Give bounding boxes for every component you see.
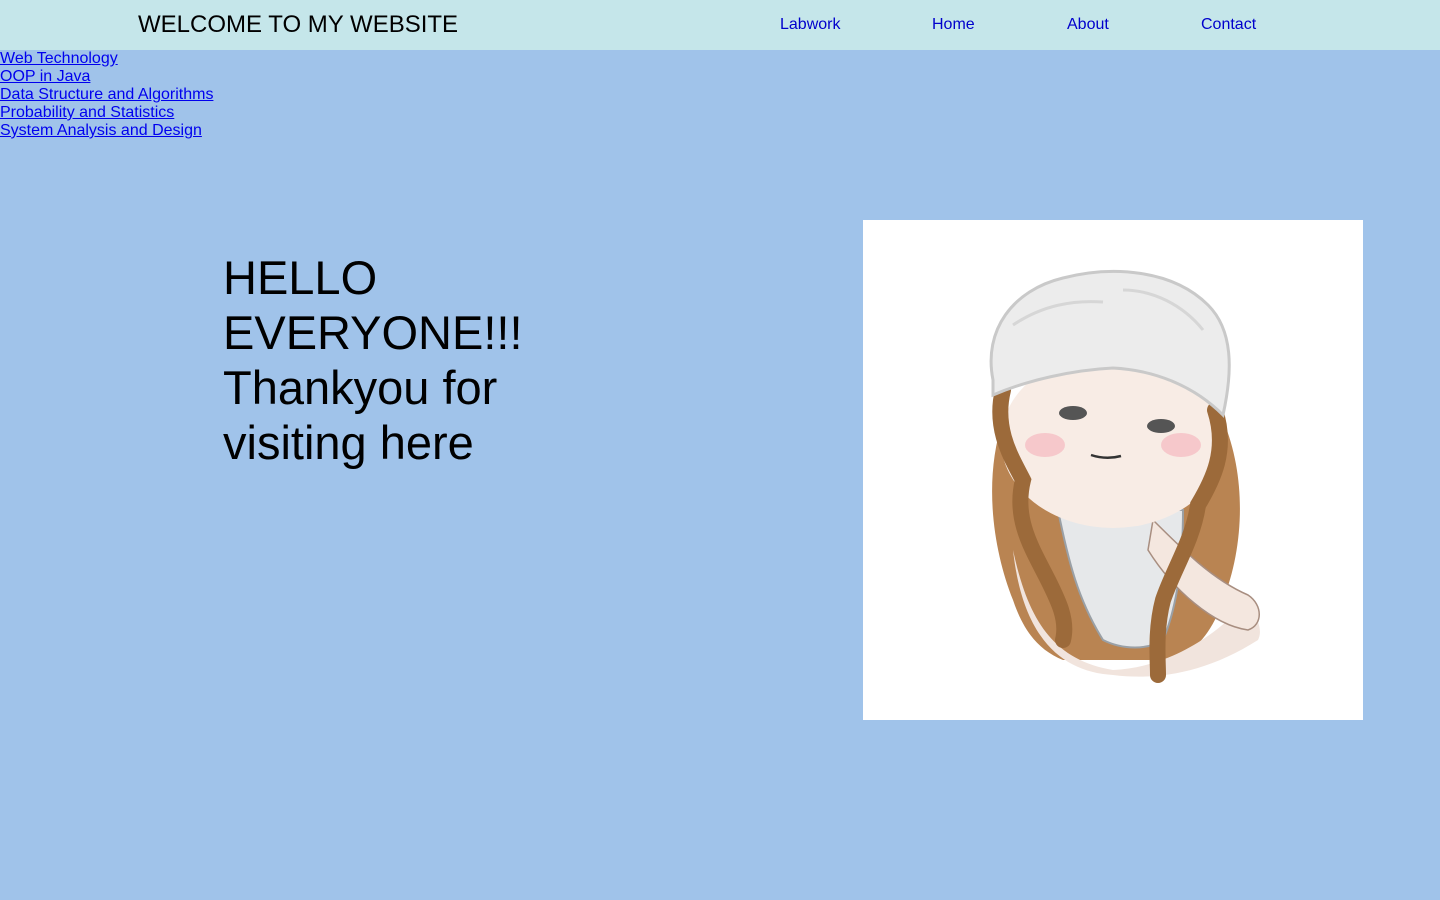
course-link-web-technology[interactable]: Web Technology xyxy=(0,50,118,67)
greeting-line: HELLO xyxy=(223,251,378,304)
nav-link-labwork[interactable]: Labwork xyxy=(780,16,840,34)
nav-link-home[interactable]: Home xyxy=(932,16,975,34)
profile-picture xyxy=(863,220,1363,720)
greeting-line: Thankyou for xyxy=(223,361,498,414)
course-link-system-analysis[interactable]: System Analysis and Design xyxy=(0,122,202,139)
list-item: OOP in Java xyxy=(0,68,213,86)
site-title: WELCOME TO MY WEBSITE xyxy=(138,11,459,38)
greeting-text: HELLO EVERYONE!!! Thankyou for visiting … xyxy=(223,250,563,470)
course-link-data-structure[interactable]: Data Structure and Algorithms xyxy=(0,86,213,103)
greeting-line: EVERYONE!!! xyxy=(223,306,523,359)
nav-link-about[interactable]: About xyxy=(1067,16,1109,34)
list-item: System Analysis and Design xyxy=(0,122,213,140)
greeting-line: visiting here xyxy=(223,416,474,469)
site-header: WELCOME TO MY WEBSITE Labwork Home About… xyxy=(0,0,1440,50)
course-link-list: Web Technology OOP in Java Data Structur… xyxy=(0,50,213,140)
course-link-probability[interactable]: Probability and Statistics xyxy=(0,104,174,121)
girl-illustration-icon xyxy=(989,269,1260,683)
list-item: Web Technology xyxy=(0,50,213,68)
list-item: Data Structure and Algorithms xyxy=(0,86,213,104)
list-item: Probability and Statistics xyxy=(0,104,213,122)
course-link-oop-in-java[interactable]: OOP in Java xyxy=(0,68,90,85)
nav-link-contact[interactable]: Contact xyxy=(1201,16,1256,34)
